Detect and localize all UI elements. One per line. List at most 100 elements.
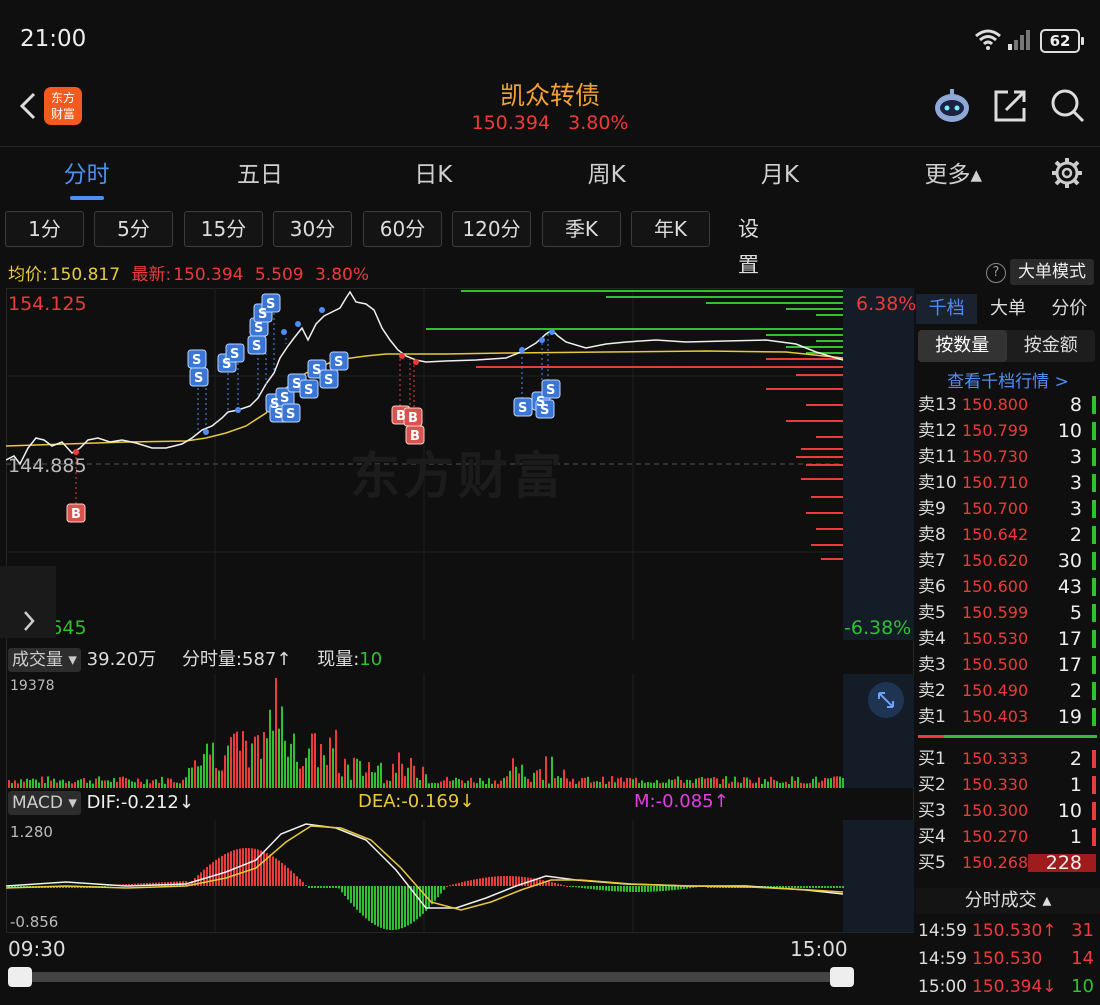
time-sales-header[interactable]: 分时成交 ▴ [916, 888, 1100, 914]
current-volume-value: 10 [359, 649, 383, 670]
macd-header: MACD ▾ DIF:-0.212↓ DEA:-0.169↓ M:-0.085↑ [8, 791, 908, 815]
ask-price: 150.530 [962, 629, 1029, 648]
status-time: 21:00 [20, 26, 87, 52]
tab-weekly-k[interactable]: 周K [520, 150, 693, 204]
ask-volume-bar [1092, 422, 1096, 440]
ask-row[interactable]: 卖2 150.490 2 [918, 678, 1098, 704]
tab-depth[interactable]: 千档 [916, 294, 978, 324]
ask-price: 150.700 [962, 499, 1029, 518]
battery-indicator: 62 [1040, 29, 1084, 53]
svg-text:S: S [334, 355, 343, 370]
trade-price: 150.394↓ [972, 977, 1057, 997]
macd-axis-max: 1.280 [10, 823, 53, 841]
minute-volume-value: 587↑ [242, 649, 292, 670]
bid-row[interactable]: 买4 150.270 1 [918, 824, 1098, 850]
period-60min[interactable]: 60分 [363, 211, 442, 247]
bid-row[interactable]: 买5 150.268 228 [918, 850, 1098, 876]
ask-volume-bar [1092, 552, 1096, 570]
bid-volume: 1 [1069, 774, 1082, 796]
tab-monthly-k[interactable]: 月K [693, 150, 866, 204]
svg-text:S: S [266, 297, 275, 312]
ask-row[interactable]: 卖9 150.700 3 [918, 496, 1098, 522]
big-order-mode-button[interactable]: 大单模式 [1010, 259, 1094, 285]
ask-level: 卖10 [918, 473, 957, 493]
pct-axis-low: -6.38% [844, 617, 912, 639]
robot-assistant-icon[interactable] [932, 86, 972, 126]
ask-row[interactable]: 卖11 150.730 3 [918, 444, 1098, 470]
search-icon[interactable] [1048, 86, 1086, 124]
ask-row[interactable]: 卖10 150.710 3 [918, 470, 1098, 496]
ask-price: 150.600 [962, 577, 1029, 596]
svg-text:B: B [408, 411, 418, 426]
volume-total: 39.20万 [86, 649, 157, 670]
pct-axis-high: 6.38% [856, 293, 917, 315]
change-pct: 3.80% [314, 265, 369, 285]
bid-price: 150.330 [962, 775, 1029, 794]
ask-volume: 2 [1069, 680, 1082, 702]
ask-volume: 3 [1069, 498, 1082, 520]
chart-right-shade [843, 288, 914, 640]
ask-row[interactable]: 卖12 150.799 10 [918, 418, 1098, 444]
latest-label: 最新: [131, 265, 172, 285]
svg-text:S: S [286, 407, 295, 422]
ask-row[interactable]: 卖1 150.403 19 [918, 704, 1098, 730]
main-tabs: 分时 五日 日K 周K 月K 更多▴ [0, 150, 1040, 204]
ask-volume-bar [1092, 448, 1096, 466]
ask-row[interactable]: 卖4 150.530 17 [918, 626, 1098, 652]
bid-level: 买5 [918, 853, 946, 873]
ask-row[interactable]: 卖3 150.500 17 [918, 652, 1098, 678]
period-1min[interactable]: 1分 [5, 211, 84, 247]
macd-indicator-select[interactable]: MACD ▾ [8, 791, 81, 815]
header-divider [0, 146, 1100, 147]
period-5min[interactable]: 5分 [94, 211, 173, 247]
tab-more[interactable]: 更多▴ [867, 150, 1040, 204]
ask-volume-bar [1092, 708, 1096, 726]
tab-intraday[interactable]: 分时 [0, 150, 173, 204]
ask-volume: 43 [1057, 576, 1082, 598]
ask-volume-bar [1092, 396, 1096, 414]
bid-row[interactable]: 买3 150.300 10 [918, 798, 1098, 824]
scroll-handle-right[interactable] [830, 967, 854, 987]
bid-row[interactable]: 买1 150.333 2 [918, 746, 1098, 772]
ask-row[interactable]: 卖13 150.800 8 [918, 392, 1098, 418]
chart-scrollbar[interactable] [8, 967, 854, 987]
scroll-handle-left[interactable] [8, 967, 32, 987]
period-30min[interactable]: 30分 [273, 211, 352, 247]
trade-price: 150.530↑ [972, 921, 1057, 941]
ask-row[interactable]: 卖8 150.642 2 [918, 522, 1098, 548]
expand-chart-icon[interactable] [868, 682, 904, 718]
ask-row[interactable]: 卖7 150.620 30 [918, 548, 1098, 574]
trade-row: 14:59 150.530 14 [918, 946, 1098, 972]
latest-value: 150.394 [173, 265, 244, 285]
bid-row[interactable]: 买2 150.330 1 [918, 772, 1098, 798]
macd-axis-min: -0.856 [10, 913, 59, 931]
minute-volume-label: 分时量: [181, 649, 243, 670]
help-icon[interactable]: ? [986, 263, 1006, 283]
tab-price-distribution[interactable]: 分价 [1039, 294, 1100, 324]
ask-row[interactable]: 卖5 150.599 5 [918, 600, 1098, 626]
ask-volume: 8 [1069, 394, 1082, 416]
period-quarter-k[interactable]: 季K [542, 211, 621, 247]
period-120min[interactable]: 120分 [452, 211, 531, 247]
ask-volume-bar [1092, 526, 1096, 544]
ask-level: 卖11 [918, 447, 957, 467]
tab-daily-k[interactable]: 日K [347, 150, 520, 204]
svg-text:S: S [254, 321, 263, 336]
volume-indicator-select[interactable]: 成交量 ▾ [8, 648, 81, 672]
tab-five-day[interactable]: 五日 [173, 150, 346, 204]
order-book-divider-red [918, 735, 944, 738]
period-settings-button[interactable]: 设置 [738, 211, 759, 283]
share-icon[interactable] [992, 88, 1028, 124]
period-year-k[interactable]: 年K [631, 211, 710, 247]
view-depth-link[interactable]: 查看千档行情 > [916, 367, 1100, 392]
period-15min[interactable]: 15分 [184, 211, 263, 247]
toggle-by-amount[interactable]: 按金额 [1007, 330, 1096, 362]
toggle-by-quantity[interactable]: 按数量 [918, 330, 1007, 362]
bid-volume-bar [1092, 828, 1096, 846]
gear-icon[interactable] [1050, 156, 1084, 190]
chevron-right-icon[interactable] [0, 566, 56, 638]
tab-big-orders[interactable]: 大单 [977, 294, 1038, 324]
ask-row[interactable]: 卖6 150.600 43 [918, 574, 1098, 600]
ask-level: 卖12 [918, 421, 957, 441]
ask-volume-bar [1092, 604, 1096, 622]
